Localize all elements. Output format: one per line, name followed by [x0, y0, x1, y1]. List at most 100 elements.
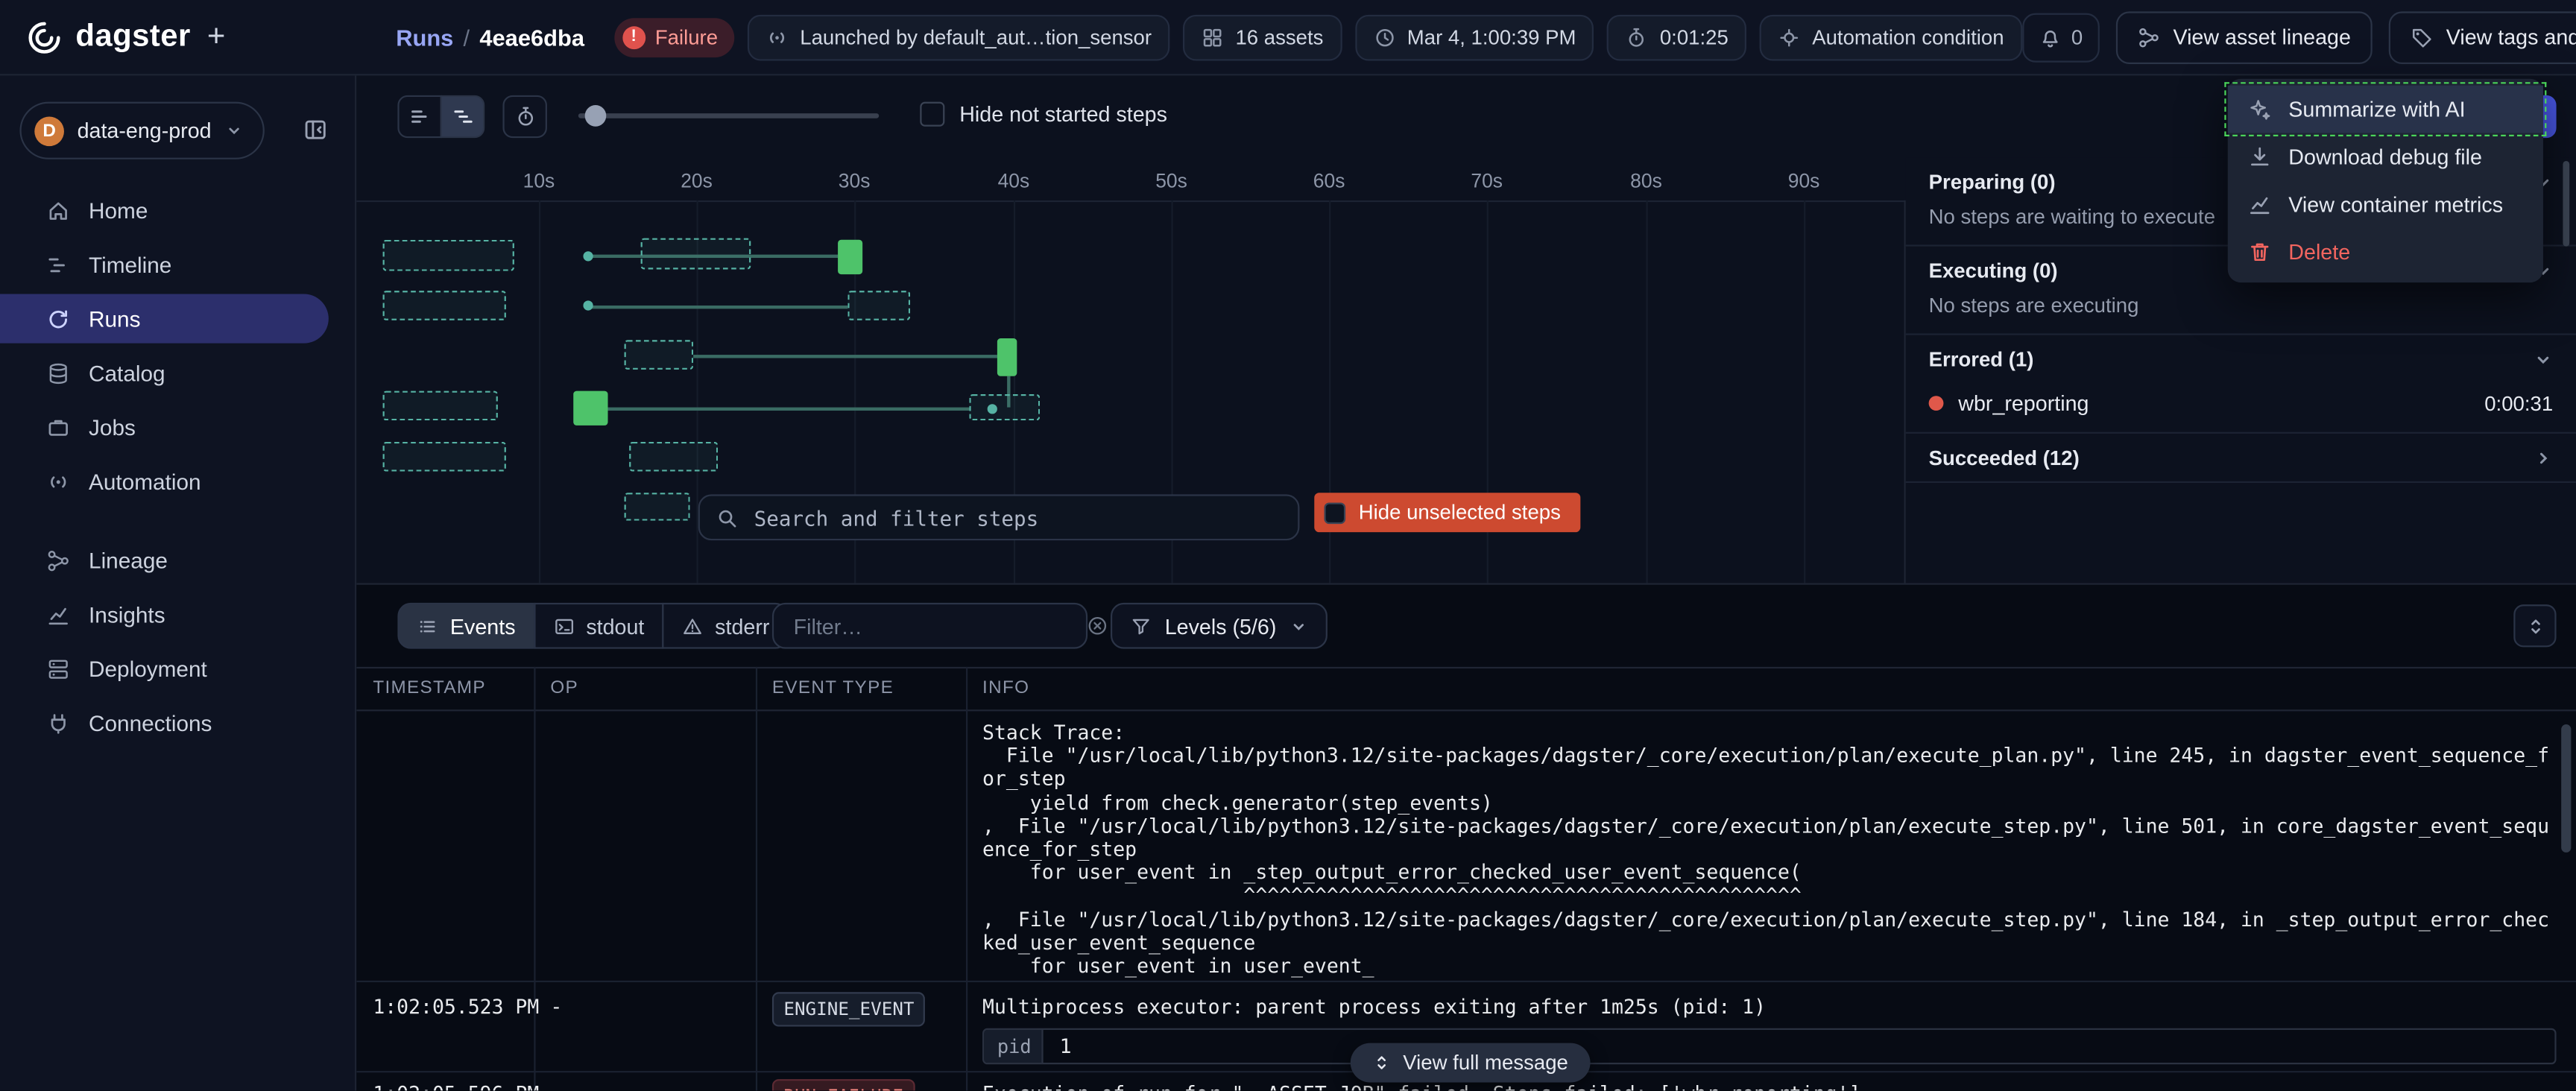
gantt-node-dot: [583, 251, 593, 261]
sidebar-item-timeline[interactable]: Timeline: [0, 240, 329, 289]
dagster-logo[interactable]: dagster +: [26, 19, 356, 54]
tab-stderr[interactable]: stderr: [663, 603, 789, 649]
levels-filter-button[interactable]: Levels (5/6): [1111, 603, 1328, 649]
event-row-stack-trace[interactable]: Stack Trace: File "/usr/local/lib/python…: [356, 711, 2576, 982]
sidebar-item-automation[interactable]: Automation: [0, 457, 329, 506]
alerts-button[interactable]: 0: [2022, 13, 2099, 62]
sidebar-item-connections[interactable]: Connections: [0, 698, 329, 747]
gantt-connector-line: [588, 306, 847, 308]
time-tick: 70s: [1471, 169, 1503, 192]
assets-count-tag[interactable]: 16 assets: [1183, 14, 1342, 60]
section-title: Errored (1): [1929, 348, 2034, 371]
gantt-chart[interactable]: Hide unselected steps: [356, 200, 1905, 584]
breadcrumb-separator: /: [464, 24, 470, 50]
sidebar-item-catalog[interactable]: Catalog: [0, 348, 329, 397]
gantt-step-bar[interactable]: [847, 291, 910, 320]
gantt-step-bar[interactable]: [383, 240, 514, 271]
gantt-step-bar[interactable]: [838, 240, 862, 274]
view-full-message-button[interactable]: View full message: [1351, 1043, 1590, 1083]
sidebar-item-deployment[interactable]: Deployment: [0, 644, 329, 693]
gantt-time-axis: 10s 20s 30s 40s 50s 60s 70s 80s 90s: [356, 158, 1905, 203]
breadcrumb-runs-link[interactable]: Runs: [396, 24, 453, 50]
stack-trace-text: Stack Trace: File "/usr/local/lib/python…: [982, 721, 2550, 978]
gantt-zoom-slider-knob[interactable]: [585, 105, 607, 127]
clear-filter-icon[interactable]: [1086, 614, 1109, 637]
top-bar: dagster + Runs / 4eae6dba ! Failure Laun…: [0, 0, 2576, 75]
metadata-value: 1: [1044, 1030, 1072, 1063]
event-type-tag: ENGINE_EVENT: [772, 992, 926, 1026]
menu-item-delete[interactable]: Delete: [2228, 228, 2543, 276]
panel-resize-button[interactable]: [2513, 604, 2556, 647]
gantt-step-bar[interactable]: [383, 391, 498, 421]
events-filter-input[interactable]: [790, 612, 1086, 639]
bell-icon: [2039, 25, 2062, 48]
hide-not-started-checkbox[interactable]: [920, 102, 944, 127]
gantt-step-bar[interactable]: [629, 442, 718, 472]
jobs-icon: [46, 415, 71, 440]
menu-item-summarize-ai[interactable]: Summarize with AI: [2228, 86, 2543, 133]
sensor-icon: [765, 25, 789, 48]
tab-events[interactable]: Events: [397, 603, 535, 649]
gantt-node-dot: [988, 404, 997, 414]
section-title: Preparing (0): [1929, 171, 2056, 194]
gantt-step-bar[interactable]: [383, 291, 506, 320]
hide-unselected-steps-row[interactable]: Hide unselected steps: [1314, 493, 1580, 532]
gantt-flat-view-button[interactable]: [397, 95, 442, 138]
events-scrollbar[interactable]: [2561, 724, 2571, 853]
deployment-icon: [46, 657, 71, 681]
sidebar-collapse-button[interactable]: [296, 110, 335, 150]
sidebar-item-lineage[interactable]: Lineage: [0, 536, 329, 585]
chevron-down-icon: [224, 121, 242, 139]
event-op: -: [550, 996, 562, 1019]
section-title: Executing (0): [1929, 259, 2058, 282]
sidebar-item-label: Deployment: [89, 657, 207, 681]
deployment-switcher-row: D data-eng-prod: [0, 75, 355, 159]
gantt-node-dot: [583, 300, 593, 310]
gantt-step-bar[interactable]: [969, 394, 1040, 420]
gantt-step-bar[interactable]: [641, 238, 751, 270]
sidebar-item-label: Insights: [89, 602, 165, 627]
hide-not-started-checkbox-row[interactable]: Hide not started steps: [920, 102, 1167, 127]
launched-by-tag[interactable]: Launched by default_aut…tion_sensor: [748, 14, 1170, 60]
gantt-step-search-input[interactable]: [751, 504, 1281, 531]
menu-item-container-metrics[interactable]: View container metrics: [2228, 180, 2543, 228]
gantt-timing-toggle-button[interactable]: [502, 95, 547, 138]
section-succeeded: Succeeded (12): [1906, 434, 2576, 483]
right-panel-scrollbar[interactable]: [2563, 161, 2569, 247]
gantt-step-search[interactable]: [698, 494, 1300, 540]
gantt-step-bar[interactable]: [573, 391, 607, 426]
step-duration: 0:00:31: [2484, 392, 2553, 415]
column-header-op: OP: [550, 668, 578, 709]
section-succeeded-header[interactable]: Succeeded (12): [1906, 434, 2576, 481]
sidebar-item-jobs[interactable]: Jobs: [0, 402, 329, 452]
gantt-step-bar[interactable]: [997, 338, 1017, 376]
automation-condition-tag[interactable]: Automation condition: [1760, 14, 2022, 60]
hide-not-started-label: Hide not started steps: [959, 102, 1167, 127]
search-icon: [716, 507, 738, 528]
deployment-switcher[interactable]: D data-eng-prod: [19, 102, 264, 159]
event-metadata-table: pid 1: [982, 1028, 2557, 1064]
events-filter[interactable]: [772, 603, 1087, 649]
time-tick: 20s: [681, 169, 713, 192]
gantt-step-bar[interactable]: [625, 493, 690, 520]
sidebar-item-runs[interactable]: Runs: [0, 294, 329, 344]
event-info-text: Multiprocess executor: parent process ex…: [982, 996, 1766, 1019]
section-errored-header[interactable]: Errored (1): [1906, 335, 2576, 383]
errored-step-row[interactable]: wbr_reporting 0:00:31: [1906, 383, 2576, 432]
event-info-text: Execution of run for "__ASSET_JOB" faile…: [982, 1083, 1872, 1091]
menu-item-download-debug[interactable]: Download debug file: [2228, 133, 2543, 181]
sidebar-item-home[interactable]: Home: [0, 186, 329, 235]
gantt-waterfall-view-button[interactable]: [441, 95, 485, 138]
gantt-view-mode-group: [397, 95, 484, 138]
tab-stdout[interactable]: stdout: [534, 603, 664, 649]
gantt-step-bar[interactable]: [625, 340, 694, 370]
trash-icon: [2247, 240, 2272, 265]
download-icon: [2247, 145, 2272, 169]
start-time-tag: Mar 4, 1:00:39 PM: [1354, 14, 1594, 60]
view-tags-config-button[interactable]: View tags and config: [2389, 10, 2576, 63]
sidebar-item-insights[interactable]: Insights: [0, 589, 329, 639]
view-asset-lineage-button[interactable]: View asset lineage: [2115, 10, 2372, 63]
gantt-step-bar[interactable]: [383, 442, 506, 472]
hide-unselected-checkbox[interactable]: [1325, 502, 1346, 523]
gantt-zoom-slider[interactable]: [578, 113, 879, 118]
